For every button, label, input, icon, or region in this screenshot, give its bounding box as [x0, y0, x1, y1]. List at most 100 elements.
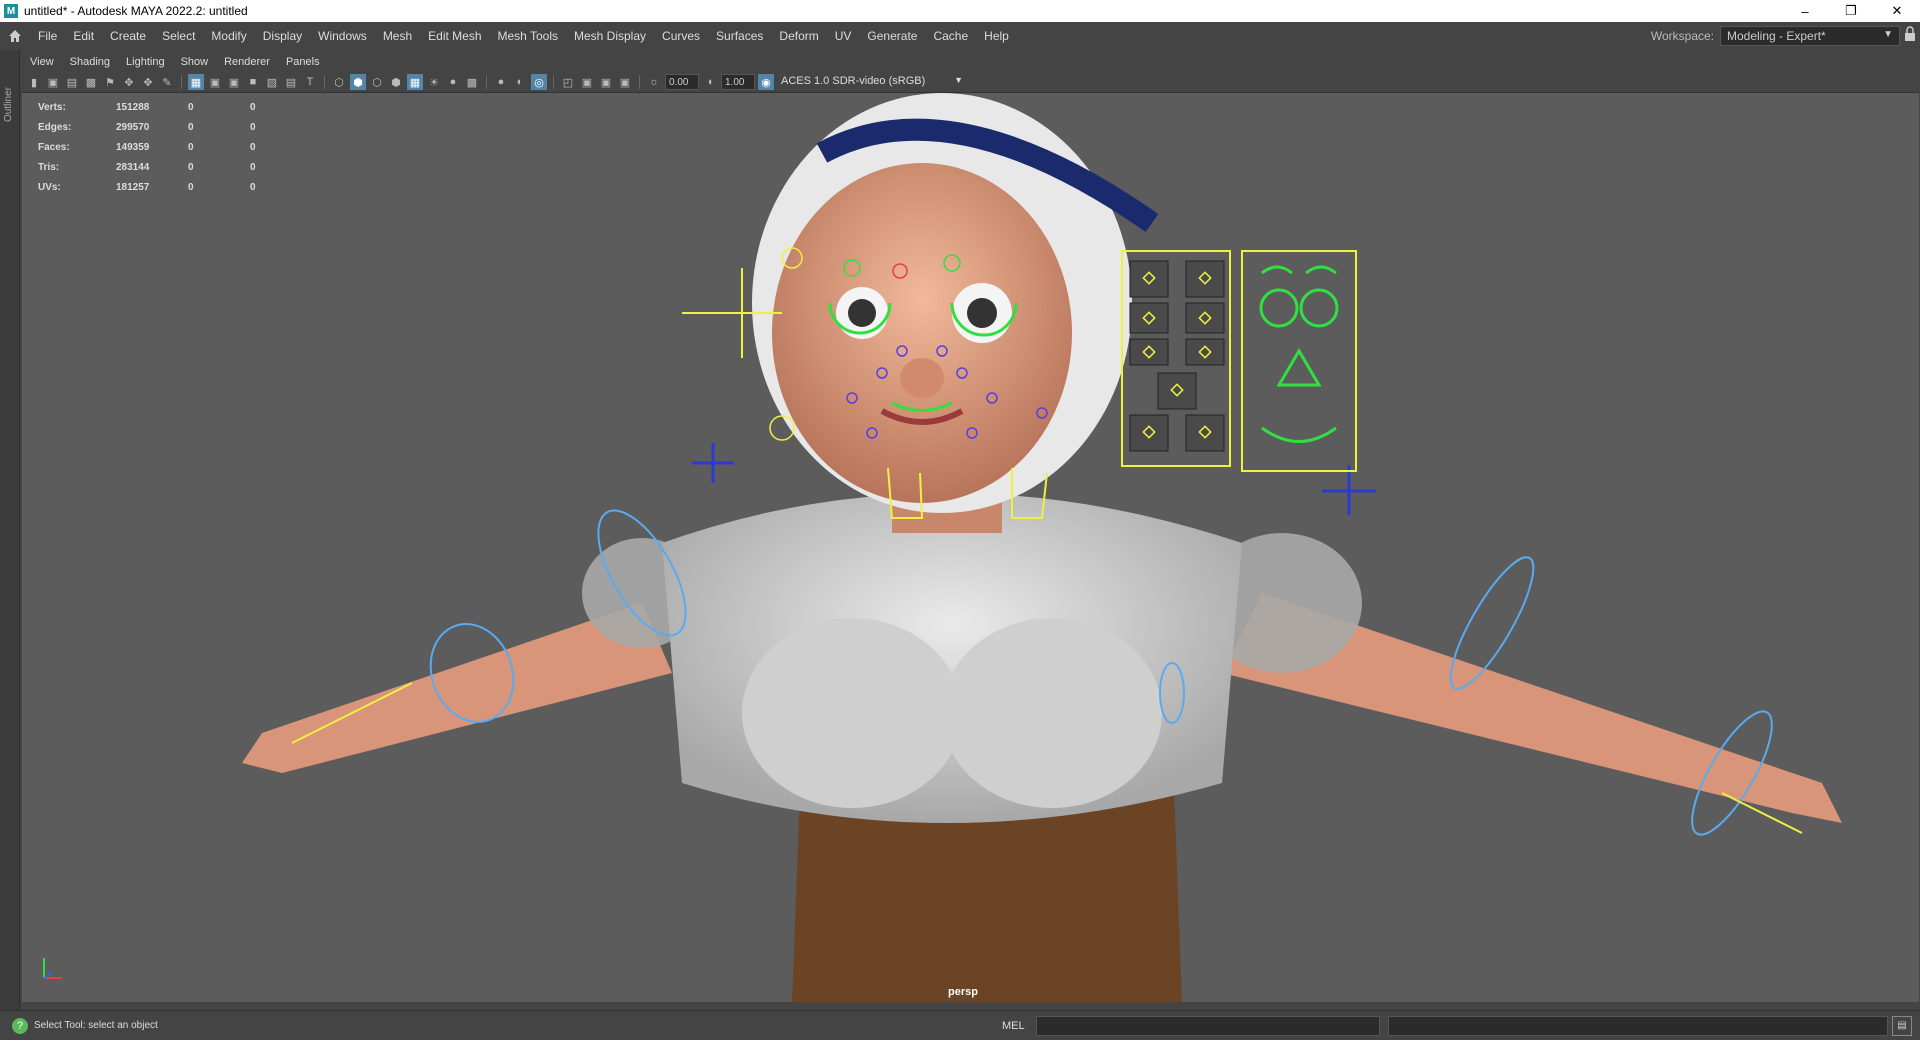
menu-generate[interactable]: Generate — [859, 22, 925, 50]
move-tool-icon[interactable]: ✥ — [140, 74, 156, 90]
view-transform-dropdown[interactable]: ACES 1.0 SDR-video (sRGB) ▼ — [777, 74, 967, 90]
film-gate-icon[interactable]: ▣ — [207, 74, 223, 90]
shadows-icon[interactable]: ● — [445, 74, 461, 90]
grease-pencil-icon[interactable]: ✎ — [159, 74, 175, 90]
screen-space-ao-icon[interactable]: ▩ — [464, 74, 480, 90]
menu-file[interactable]: File — [30, 22, 65, 50]
outliner-strip[interactable]: Outliner — [0, 50, 20, 1010]
panel-menu-lighting[interactable]: Lighting — [118, 56, 173, 68]
face-control-panel[interactable] — [1121, 250, 1231, 467]
safe-action-icon[interactable]: ▤ — [283, 74, 299, 90]
exposure-field[interactable] — [665, 74, 699, 90]
viewport-persp[interactable]: Verts: 151288 0 0 Edges: 299570 0 0 Face… — [22, 92, 1919, 1002]
hud-value: 299570 — [116, 121, 150, 133]
command-input[interactable] — [1036, 1015, 1380, 1036]
anti-aliasing-icon[interactable]: ◐ — [512, 74, 528, 90]
menu-deform[interactable]: Deform — [771, 22, 826, 50]
workspace-label: Workspace: — [1650, 29, 1714, 43]
scene-render[interactable] — [22, 93, 1919, 1002]
nose[interactable] — [900, 358, 944, 398]
minimize-icon[interactable]: – — [1782, 0, 1828, 22]
use-all-lights-icon[interactable]: ▦ — [407, 74, 423, 90]
gate-mask-icon[interactable]: ■ — [245, 74, 261, 90]
left-iris — [848, 299, 876, 327]
textured-icon[interactable]: ⬢ — [388, 74, 404, 90]
isolate-select-icon[interactable]: ◰ — [560, 74, 576, 90]
restore-icon[interactable]: ❐ — [1828, 0, 1874, 22]
menu-curves[interactable]: Curves — [654, 22, 708, 50]
hud-value: 181257 — [116, 181, 150, 193]
color-management-icon[interactable]: ◉ — [758, 74, 774, 90]
gamma-icon[interactable]: ◖ — [702, 74, 718, 90]
depth-of-field-icon[interactable]: ◎ — [531, 74, 547, 90]
menu-edit[interactable]: Edit — [65, 22, 102, 50]
grid-icon[interactable]: ▦ — [188, 74, 204, 90]
menu-mesh-tools[interactable]: Mesh Tools — [490, 22, 566, 50]
command-language-toggle[interactable]: MEL — [1002, 1020, 1025, 1032]
poly-count-hud: Verts: 151288 0 0 Edges: 299570 0 0 Face… — [38, 97, 280, 197]
panel-toolbar: ▮ ▣ ▤ ▩ ⚑ ✥ ✥ ✎ ▦ ▣ ▣ ■ ▧ ▤ T ⬡ ⬢ ⬡ ⬢ ▦ … — [22, 72, 1920, 92]
workspace-dropdown[interactable]: Modeling - Expert* ▼ — [1720, 26, 1900, 46]
menu-windows[interactable]: Windows — [310, 22, 375, 50]
home-icon[interactable] — [0, 22, 30, 50]
xray-icon[interactable]: ▣ — [579, 74, 595, 90]
workspace-selector: Workspace: Modeling - Expert* ▼ — [1651, 22, 1900, 50]
lights-icon[interactable]: ☀ — [426, 74, 442, 90]
hud-value: 0 — [188, 101, 194, 113]
menu-edit-mesh[interactable]: Edit Mesh — [420, 22, 489, 50]
hud-value: 0 — [188, 141, 194, 153]
hud-value: 0 — [188, 121, 194, 133]
wireframe-on-shaded-icon[interactable]: ⬡ — [369, 74, 385, 90]
script-editor-icon[interactable]: ▤ — [1892, 1015, 1912, 1036]
safe-title-icon[interactable]: T — [302, 74, 318, 90]
panel-menu-show[interactable]: Show — [173, 56, 217, 68]
menu-help[interactable]: Help — [976, 22, 1017, 50]
main-menu-bar: File Edit Create Select Modify Display W… — [0, 22, 1920, 50]
menu-modify[interactable]: Modify — [203, 22, 254, 50]
blouse[interactable] — [662, 493, 1242, 823]
title-bar: M untitled* - Autodesk MAYA 2022.2: unti… — [0, 0, 1920, 22]
exposure-icon[interactable]: ☼ — [646, 74, 662, 90]
view-transform-value: ACES 1.0 SDR-video (sRGB) — [781, 75, 926, 87]
menu-surfaces[interactable]: Surfaces — [708, 22, 771, 50]
head[interactable] — [772, 163, 1072, 503]
hud-row-verts: Verts: 151288 0 0 — [38, 97, 280, 117]
hud-value: 0 — [250, 141, 256, 153]
help-line-text: Select Tool: select an object — [34, 1020, 158, 1031]
panel-menu-view[interactable]: View — [22, 56, 62, 68]
wireframe-icon[interactable]: ⬡ — [331, 74, 347, 90]
gamma-field[interactable] — [721, 74, 755, 90]
bookmarks-icon[interactable]: ▤ — [64, 74, 80, 90]
panel-menu-shading[interactable]: Shading — [62, 56, 118, 68]
bookmark-icon[interactable]: ⚑ — [102, 74, 118, 90]
select-camera-icon[interactable]: ▮ — [26, 74, 42, 90]
motion-blur-icon[interactable]: ● — [493, 74, 509, 90]
chest-right[interactable] — [942, 618, 1162, 808]
chest-left[interactable] — [742, 618, 962, 808]
xray-joints-icon[interactable]: ▣ — [598, 74, 614, 90]
camera-attributes-icon[interactable]: ▣ — [45, 74, 61, 90]
command-line: ? Select Tool: select an object MEL ▤ — [0, 1010, 1920, 1040]
close-icon[interactable]: ✕ — [1874, 0, 1920, 22]
menu-uv[interactable]: UV — [827, 22, 860, 50]
lock-icon[interactable] — [1904, 26, 1916, 44]
menu-select[interactable]: Select — [154, 22, 203, 50]
hud-value: 149359 — [116, 141, 150, 153]
menu-create[interactable]: Create — [102, 22, 154, 50]
outliner-tab[interactable]: Outliner — [3, 62, 14, 122]
resolution-gate-icon[interactable]: ▣ — [226, 74, 242, 90]
2d-pan-zoom-icon[interactable]: ✥ — [121, 74, 137, 90]
menu-display[interactable]: Display — [255, 22, 310, 50]
panel-menu-renderer[interactable]: Renderer — [216, 56, 278, 68]
smooth-shade-icon[interactable]: ⬢ — [350, 74, 366, 90]
field-chart-icon[interactable]: ▧ — [264, 74, 280, 90]
panel-menu-panels[interactable]: Panels — [278, 56, 328, 68]
menu-mesh-display[interactable]: Mesh Display — [566, 22, 654, 50]
hud-value: 0 — [188, 181, 194, 193]
toolbar-divider — [553, 75, 554, 89]
menu-cache[interactable]: Cache — [925, 22, 976, 50]
xray-components-icon[interactable]: ▣ — [617, 74, 633, 90]
image-plane-icon[interactable]: ▩ — [83, 74, 99, 90]
face-expression-panel[interactable] — [1241, 250, 1357, 472]
menu-mesh[interactable]: Mesh — [375, 22, 420, 50]
